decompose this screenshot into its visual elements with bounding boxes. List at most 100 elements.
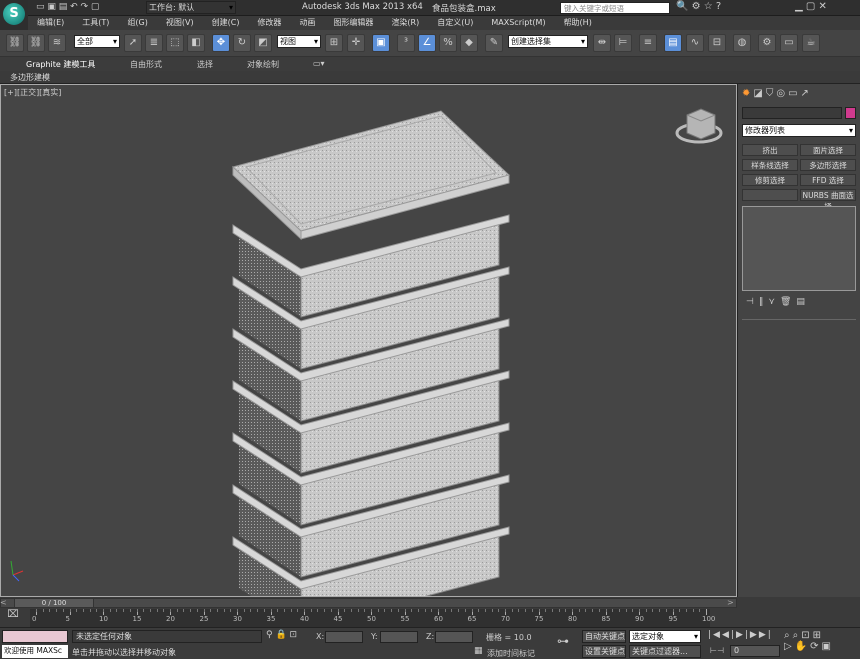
menu-tools[interactable]: 工具(T) (73, 16, 118, 29)
percent-snap-icon[interactable]: % (439, 34, 457, 52)
prev-frame-icon[interactable]: < (0, 598, 10, 608)
manipulate-icon[interactable]: ✛ (347, 34, 365, 52)
select-move-icon[interactable]: ✥ (212, 34, 230, 52)
timeline-minor-tick (498, 609, 500, 612)
select-by-name-icon[interactable]: ≣ (145, 34, 163, 52)
key-filters-button[interactable]: 关键点过滤器... (629, 645, 701, 658)
edit-named-sel-icon[interactable]: ✎ (485, 34, 503, 52)
menu-animation[interactable]: 动画 (290, 16, 324, 29)
key-mode-toggle-icon[interactable]: ⊢⊣ (710, 646, 724, 655)
object-color-swatch[interactable] (845, 107, 856, 119)
angle-snap-icon[interactable]: ∠ (418, 34, 436, 52)
unlink-icon[interactable]: ⛓ (27, 34, 45, 52)
curve-editor-icon[interactable]: ∿ (686, 34, 704, 52)
trim-select-button[interactable]: 修剪选择 (742, 174, 798, 186)
schematic-view-icon[interactable]: ⊟ (708, 34, 726, 52)
rendered-frame-icon[interactable]: ▭ (780, 34, 798, 52)
bind-spacewarp-icon[interactable]: ≋ (48, 34, 66, 52)
ref-coord-dropdown[interactable]: 视图 (277, 35, 321, 48)
command-panel-tabs[interactable]: ✹◪⛉◎▭↗ (742, 88, 812, 99)
menu-edit[interactable]: 编辑(E) (28, 16, 73, 29)
add-time-tag[interactable]: 添加时间标记 (487, 648, 535, 659)
extrude-button[interactable]: 挤出 (742, 144, 798, 156)
patch-select-button[interactable]: 面片选择 (800, 144, 856, 156)
y-coord-field[interactable] (380, 631, 418, 643)
align-icon[interactable]: ⊨ (614, 34, 632, 52)
named-selection-dropdown[interactable]: 创建选择集 (508, 35, 588, 48)
track-bar[interactable]: 0 5 10 15 20 25 30 35 40 45 50 55 60 65 70 75 80 85 90 95 10… (30, 609, 715, 627)
workspace-dropdown[interactable]: 工作台: 默认 (146, 1, 236, 14)
grid-size: 栅格 = 10.0 (486, 633, 532, 642)
link-icon[interactable]: ⛓ (6, 34, 24, 52)
playback-controls[interactable]: |◀◀|▶|▶▶| (708, 630, 773, 640)
mirror-icon[interactable]: ⇹ (593, 34, 611, 52)
maxscript-listener-mini[interactable] (2, 630, 68, 643)
ffd-select-button[interactable]: FFD 选择 (800, 174, 856, 186)
track-bar-toggle-icon[interactable]: ⌧ (0, 609, 26, 627)
lock-selection-icons[interactable]: ⚲ 🔒 ⊡ (266, 630, 297, 640)
select-scale-icon[interactable]: ◩ (254, 34, 272, 52)
maxscript-welcome[interactable]: 欢迎使用 MAXSc (2, 645, 68, 658)
tab-graphite[interactable]: Graphite 建模工具 (26, 59, 95, 70)
time-slider-thumb[interactable]: 0 / 100 (14, 598, 94, 608)
material-editor-icon[interactable]: ◍ (733, 34, 751, 52)
nurbs-select-button[interactable]: NURBS 曲面选择 (800, 189, 856, 211)
select-rotate-icon[interactable]: ↻ (233, 34, 251, 52)
key-mode-dropdown[interactable]: 选定对象 (629, 630, 701, 643)
menu-create[interactable]: 创建(C) (203, 16, 249, 29)
time-tag-icon[interactable]: ▦ (474, 646, 483, 656)
object-name-field[interactable] (742, 107, 842, 119)
tab-selection[interactable]: 选择 (197, 59, 213, 70)
polygon-modeling-panel[interactable]: 多边形建模 (10, 72, 50, 83)
menu-graph-editors[interactable]: 图形编辑器 (324, 16, 382, 29)
layer-manager-icon[interactable]: ≡ (639, 34, 657, 52)
graphite-toggle-icon[interactable]: ▤ (664, 34, 682, 52)
command-panel: ✹◪⛉◎▭↗ 修改器列表 挤出 面片选择 样条线选择 多边形选择 修剪选择 FF… (737, 84, 860, 597)
viewport-label[interactable]: [+][正交][真实] (4, 87, 61, 98)
spline-select-button[interactable]: 样条线选择 (742, 159, 798, 171)
stack-controls[interactable]: ⊣‖⋎🗑▤ (746, 297, 810, 307)
set-key-button[interactable]: 设置关键点 (582, 645, 626, 658)
keyboard-shortcut-icon[interactable]: ▣ (372, 34, 390, 52)
modifier-stack-view[interactable] (742, 206, 856, 291)
render-production-icon[interactable]: ☕ (802, 34, 820, 52)
menu-rendering[interactable]: 渲染(R) (382, 16, 428, 29)
spinner-snap-icon[interactable]: ◆ (460, 34, 478, 52)
modifier-list-dropdown[interactable]: 修改器列表 (742, 124, 856, 137)
perspective-viewport[interactable] (0, 84, 737, 630)
menu-modifiers[interactable]: 修改器 (248, 16, 290, 29)
time-slider-track[interactable] (0, 598, 737, 608)
infocenter-icons[interactable]: 🔍 ⚙ ☆ ? (676, 1, 721, 12)
hierarchy-tab-icon: ⛉ (765, 88, 777, 99)
ribbon-options-icon[interactable]: ▭▾ (313, 59, 325, 68)
poly-select-button[interactable]: 多边形选择 (800, 159, 856, 171)
menu-maxscript[interactable]: MAXScript(M) (482, 17, 554, 28)
tab-object-paint[interactable]: 对象绘制 (247, 59, 279, 70)
window-controls[interactable]: ▁ ▢ ✕ (795, 1, 827, 12)
app-menu-button[interactable]: S (0, 0, 28, 30)
menu-customize[interactable]: 自定义(U) (428, 16, 482, 29)
window-crossing-icon[interactable]: ◧ (187, 34, 205, 52)
search-input[interactable]: 键入关键字或短语 (560, 2, 670, 14)
render-setup-icon[interactable]: ⚙ (758, 34, 776, 52)
tab-freeform[interactable]: 自由形式 (130, 59, 162, 70)
set-key-icon[interactable]: ⊶ (557, 634, 569, 648)
next-frame-icon[interactable]: > (727, 598, 734, 607)
timeline-minor-tick (123, 609, 125, 612)
current-frame-field[interactable]: 0 (730, 645, 780, 657)
snap-toggle-icon[interactable]: ³ (397, 34, 415, 52)
z-coord-field[interactable] (435, 631, 473, 643)
quick-access-icons[interactable]: ▭ ▣ ▤ ↶ ↷ ▢ (36, 2, 99, 12)
x-coord-field[interactable] (325, 631, 363, 643)
select-object-icon[interactable]: ➚ (124, 34, 142, 52)
menu-views[interactable]: 视图(V) (157, 16, 203, 29)
pivot-center-icon[interactable]: ⊞ (325, 34, 343, 52)
selection-filter-dropdown[interactable]: 全部 (74, 35, 120, 48)
menu-group[interactable]: 组(G) (118, 16, 156, 29)
timeline-minor-tick (324, 609, 326, 612)
menu-help[interactable]: 帮助(H) (555, 16, 601, 29)
empty-button[interactable] (742, 189, 798, 201)
viewport-nav-controls[interactable]: ⌕⌕⊡⊞ ▷✋⟳▣ (784, 630, 834, 652)
auto-key-button[interactable]: 自动关键点 (582, 630, 626, 643)
rect-selection-icon[interactable]: ⬚ (166, 34, 184, 52)
